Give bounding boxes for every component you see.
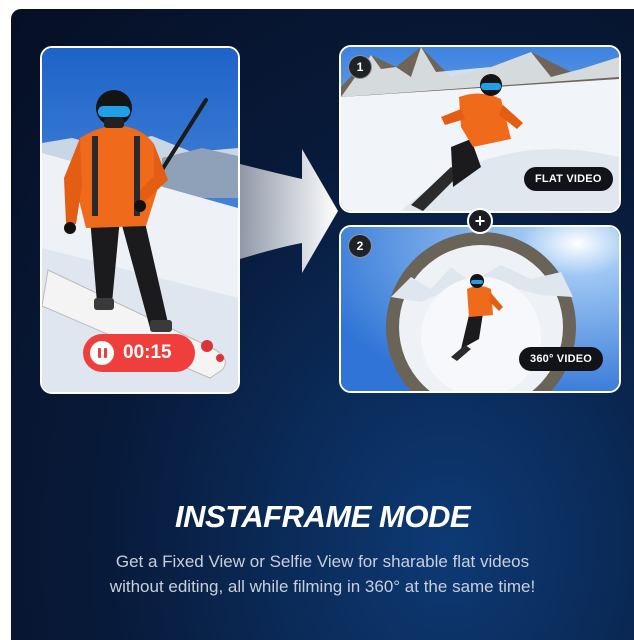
timer-value: 00:15 (123, 342, 172, 363)
transform-arrow-icon (240, 149, 338, 273)
view-number-badge: 2 (348, 234, 372, 258)
description: Get a Fixed View or Selfie View for shar… (11, 549, 634, 599)
description-line: without editing, all while filming in 36… (109, 577, 536, 596)
promo-panel: 1 FLAT VIDEO 2 360° VIDEO + 00:15 INSTAF… (11, 9, 634, 640)
pause-icon (90, 341, 114, 365)
description-line: Get a Fixed View or Selfie View for shar… (115, 552, 530, 571)
360-video-label: 360° VIDEO (519, 347, 604, 371)
page-title: INSTAFRAME MODE (174, 499, 471, 534)
recording-timer: 00:15 (83, 334, 195, 372)
flat-video-label: FLAT VIDEO (524, 167, 613, 191)
plus-icon: + (467, 208, 493, 234)
view-number-badge: 1 (348, 55, 372, 79)
